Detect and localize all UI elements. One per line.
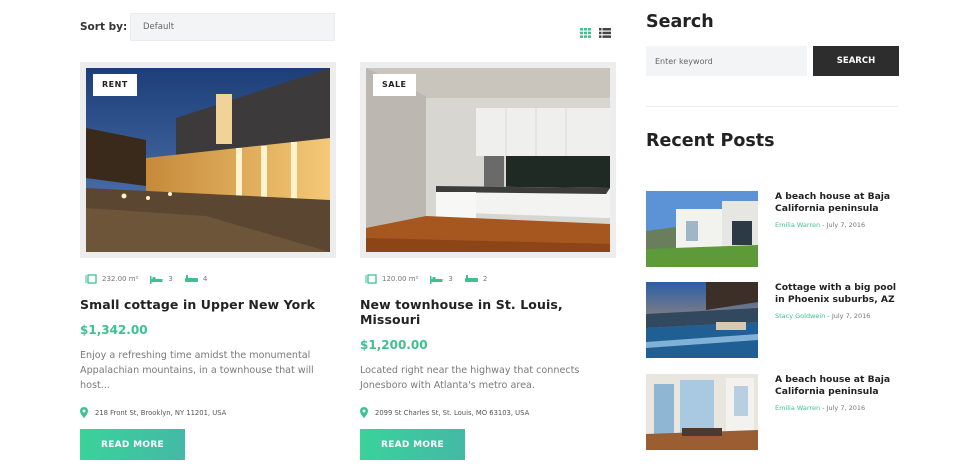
- post-meta: Emilia Warren - July 7, 2016: [775, 404, 866, 412]
- post-title[interactable]: Cottage with a big pool in Phoenix subur…: [775, 282, 900, 306]
- listing-badge: RENT: [93, 74, 137, 96]
- search-heading: Search: [646, 12, 714, 32]
- post-meta: Stacy Goldwein - July 7, 2016: [775, 312, 871, 320]
- listing-price: $1,342.00: [80, 323, 148, 337]
- listing-image-frame[interactable]: SALE: [360, 62, 616, 258]
- sort-select[interactable]: Default: [130, 13, 335, 41]
- baths-value: 2: [482, 275, 488, 283]
- post-photo-pool: [646, 282, 758, 358]
- search-input[interactable]: [646, 46, 807, 76]
- post-date: July 7, 2016: [826, 404, 866, 412]
- sort-label: Sort by:: [80, 21, 128, 33]
- sidebar: Search SEARCH Recent Posts: [646, 12, 900, 151]
- beds-value: 3: [448, 275, 453, 283]
- post-author[interactable]: Emilia Warren: [775, 404, 820, 412]
- post-title[interactable]: A beach house at Baja California peninsu…: [775, 191, 900, 215]
- post-author[interactable]: Stacy Goldwein: [775, 312, 825, 320]
- post-title[interactable]: A beach house at Baja California peninsu…: [775, 374, 900, 398]
- area-value: 120.00 m²: [382, 275, 419, 283]
- recent-post-item[interactable]: A beach house at Baja California peninsu…: [646, 191, 900, 267]
- area-icon: [85, 274, 97, 284]
- post-date: July 7, 2016: [826, 221, 866, 229]
- area-value: 232.00 m²: [102, 275, 139, 283]
- listing-address: 2099 St Charles St, St. Louis, MO 63103,…: [360, 407, 616, 418]
- listing-specs: 120.00 m² 3 2: [365, 274, 616, 284]
- recent-post-item[interactable]: Cottage with a big pool in Phoenix subur…: [646, 282, 900, 358]
- area-spec: 232.00 m²: [85, 274, 138, 284]
- post-photo-interior: [646, 374, 758, 450]
- post-date: July 7, 2016: [831, 312, 871, 320]
- location-pin-icon: [360, 407, 368, 418]
- search-form: SEARCH: [646, 46, 900, 76]
- address-text: 2099 St Charles St, St. Louis, MO 63103,…: [375, 408, 530, 417]
- listing-card: RENT 232.00 m² 3 4 Small cottage in Uppe…: [80, 62, 336, 460]
- beds-spec: 3: [430, 275, 453, 284]
- post-thumbnail[interactable]: [646, 191, 758, 267]
- baths-value: 4: [202, 275, 208, 283]
- post-thumbnail[interactable]: [646, 374, 758, 450]
- post-info: A beach house at Baja California peninsu…: [775, 374, 900, 450]
- listing-description: Enjoy a refreshing time amidst the monum…: [80, 350, 314, 391]
- listing-title[interactable]: Small cottage in Upper New York: [80, 297, 336, 312]
- address-text: 218 Front St, Brooklyn, NY 11201, USA: [95, 408, 227, 417]
- baths-spec: 2: [464, 274, 488, 284]
- beds-value: 3: [168, 275, 173, 283]
- list-view-icon[interactable]: [599, 28, 611, 38]
- area-icon: [365, 274, 377, 284]
- bath-icon: [464, 274, 478, 282]
- search-button[interactable]: SEARCH: [813, 46, 899, 76]
- post-author[interactable]: Emilia Warren: [775, 221, 820, 229]
- listing-card: SALE 120.00 m² 3 2 New townhouse in St. …: [360, 62, 616, 460]
- recent-post-item[interactable]: A beach house at Baja California peninsu…: [646, 374, 900, 450]
- recent-posts-heading: Recent Posts: [646, 131, 775, 151]
- post-meta: Emilia Warren - July 7, 2016: [775, 221, 866, 229]
- read-more-button[interactable]: READ MORE: [360, 429, 465, 460]
- listing-specs: 232.00 m² 3 4: [85, 274, 336, 284]
- listing-price: $1,200.00: [360, 338, 428, 352]
- divider: [646, 106, 898, 107]
- listing-address: 218 Front St, Brooklyn, NY 11201, USA: [80, 407, 336, 418]
- listing-description: Located right near the highway that conn…: [360, 365, 580, 391]
- grid-view-icon[interactable]: [580, 28, 591, 38]
- post-photo-beach-house: [646, 191, 758, 267]
- area-spec: 120.00 m²: [365, 274, 418, 284]
- bed-icon: [430, 275, 443, 284]
- post-thumbnail[interactable]: [646, 282, 758, 358]
- post-info: A beach house at Baja California peninsu…: [775, 191, 900, 267]
- view-toggle: [580, 28, 611, 38]
- listing-image-frame[interactable]: RENT: [80, 62, 336, 258]
- listing-title[interactable]: New townhouse in St. Louis, Missouri: [360, 297, 616, 327]
- listing-badge: SALE: [373, 74, 416, 96]
- location-pin-icon: [80, 407, 88, 418]
- baths-spec: 4: [184, 274, 208, 284]
- bath-icon: [184, 274, 198, 282]
- sort-bar: Sort by: Default: [80, 13, 335, 41]
- bed-icon: [150, 275, 163, 284]
- beds-spec: 3: [150, 275, 173, 284]
- read-more-button[interactable]: READ MORE: [80, 429, 185, 460]
- post-info: Cottage with a big pool in Phoenix subur…: [775, 282, 900, 358]
